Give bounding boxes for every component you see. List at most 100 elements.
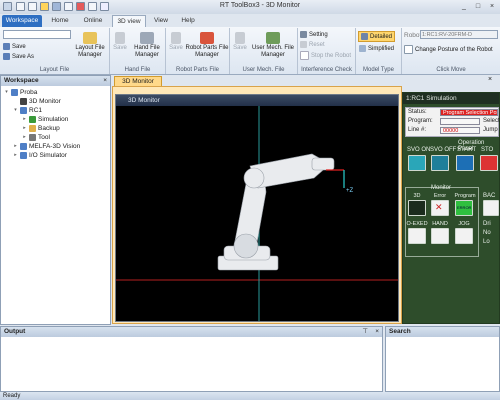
stop-button[interactable] — [480, 155, 498, 171]
layout-file-manager-button[interactable]: Layout File Manager — [72, 32, 108, 59]
robot-parts-icon — [200, 32, 214, 44]
tab-view[interactable]: View — [148, 15, 174, 27]
save-all-icon[interactable] — [28, 2, 37, 11]
svo-on-label: SVO ON — [407, 147, 431, 153]
group-label: Layout File — [39, 67, 70, 73]
robot-select[interactable]: 1:RC1:RV-20FRM-D — [420, 30, 498, 39]
save-icon[interactable] — [16, 2, 25, 11]
interference-reset-button[interactable]: Reset — [300, 41, 325, 48]
workspace-panel: Workspace × ▾ Proba 3D Monitor ▾ RC1 ▸ Simu… — [0, 75, 111, 325]
back-button[interactable] — [483, 200, 499, 216]
group-label: Robot Parts File — [175, 67, 220, 73]
pin-icon[interactable]: ⊤ — [362, 327, 368, 337]
3d-monitor-button[interactable] — [408, 200, 426, 216]
program-button[interactable]: ERROR — [455, 200, 473, 216]
status-value: Program Selection Possible — [440, 109, 498, 116]
tree-item-io-simulator[interactable]: ▸ I/O Simulator — [13, 151, 67, 160]
tab-help[interactable]: Help — [176, 15, 200, 27]
layout-save-as-button[interactable]: Save As — [3, 53, 34, 60]
open-folder-icon[interactable] — [40, 2, 49, 11]
close-icon[interactable]: × — [488, 76, 492, 83]
tab-workspace[interactable]: Workspace — [2, 15, 42, 27]
group-label: Click Move — [436, 67, 466, 73]
layout-combo[interactable] — [3, 30, 71, 39]
stop-label: STO — [481, 147, 494, 153]
setting-icon — [300, 31, 307, 38]
3d-monitor-window[interactable]: 3D Monitor +Z — [115, 94, 399, 322]
tree-item-rc1[interactable]: ▾ RC1 — [13, 106, 42, 115]
maximize-button[interactable]: □ — [472, 2, 484, 11]
change-posture-checkbox[interactable]: Change Posture of the Robot — [404, 45, 493, 54]
hand-save-button[interactable]: Save — [112, 32, 128, 52]
tab-home[interactable]: Home — [46, 15, 74, 27]
line-field[interactable]: 00000 — [440, 127, 480, 134]
cross-icon: ✕ — [435, 202, 443, 212]
save-icon — [115, 32, 125, 44]
workspace-header: Workspace × — [1, 76, 110, 86]
jump-button[interactable]: Jump — [483, 127, 498, 133]
detailed-icon — [361, 33, 368, 40]
drive-label: Dri — [483, 221, 491, 227]
tree-item-melfa-vision[interactable]: ▸ MELFA-3D Vision — [13, 142, 80, 151]
tab-online[interactable]: Online — [78, 15, 108, 27]
new-icon[interactable] — [64, 2, 73, 11]
group-label: Hand File — [124, 67, 151, 73]
save-icon — [235, 32, 245, 44]
monitor-icon — [20, 98, 27, 105]
robot-model[interactable] — [217, 153, 335, 271]
simulation-header: 1:RC1 Simulation — [403, 93, 499, 104]
checkbox-icon — [404, 45, 413, 54]
print-icon[interactable] — [88, 2, 97, 11]
jog-label: JOG — [458, 221, 470, 227]
group-hand-file: Save Hand File Manager Hand File — [110, 28, 166, 74]
program-field[interactable] — [440, 118, 480, 125]
robot-wrist — [311, 157, 335, 171]
error-button[interactable]: ✕ — [431, 200, 449, 216]
expand-icon: ▸ — [23, 134, 26, 140]
status-bar: Ready — [0, 392, 500, 400]
tree-item-3d-monitor[interactable]: 3D Monitor — [13, 97, 61, 106]
jog-button[interactable] — [455, 228, 473, 244]
undo-icon[interactable] — [52, 2, 61, 11]
mech-save-button[interactable]: Save — [232, 32, 248, 52]
start-button[interactable] — [456, 155, 474, 171]
tree-item-tool[interactable]: ▸ Tool — [22, 133, 50, 142]
hand-button[interactable] — [431, 228, 449, 244]
group-user-mech: Save User Mech. File Manager User Mech. … — [230, 28, 298, 74]
output-panel: Output ⊤ × — [0, 326, 383, 392]
parts-save-button[interactable]: Save — [168, 32, 184, 52]
collapse-icon: ▾ — [14, 107, 17, 113]
user-mech-manager-button[interactable]: User Mech. File Manager — [249, 32, 297, 59]
svo-on-button[interactable] — [408, 155, 426, 171]
layout-save-button[interactable]: Save — [3, 43, 26, 50]
doc-tab-3d-monitor[interactable]: 3D Monitor — [114, 76, 162, 86]
svo-off-button[interactable] — [431, 155, 449, 171]
tree-item-backup[interactable]: ▸ Backup — [22, 124, 60, 133]
hand-icon — [140, 32, 154, 44]
stop-icon[interactable] — [76, 2, 85, 11]
close-icon[interactable]: × — [103, 76, 107, 86]
program-button-text: ERROR — [457, 205, 472, 210]
detailed-button[interactable]: Detailed — [358, 31, 396, 42]
tree-item-proba[interactable]: ▾ Proba — [4, 88, 37, 97]
oexed-button[interactable] — [408, 228, 426, 244]
stop-robot-checkbox[interactable]: Stop the Robot — [300, 51, 351, 60]
interference-setting-button[interactable]: Setting — [300, 31, 328, 38]
robot-parts-manager-button[interactable]: Robot Parts File Manager — [185, 32, 229, 59]
close-icon[interactable]: × — [375, 327, 379, 337]
help-icon[interactable] — [100, 2, 109, 11]
tree-item-simulation[interactable]: ▸ Simulation — [22, 115, 68, 124]
hand-file-manager-button[interactable]: Hand File Manager — [129, 32, 165, 59]
tab-3d-view[interactable]: 3D view — [112, 15, 146, 27]
no-label: No — [483, 230, 491, 236]
group-click-move: Robot 1:RC1:RV-20FRM-D Change Posture of… — [402, 28, 500, 74]
minimize-button[interactable]: _ — [458, 2, 470, 11]
svo-off-label: SVO OFF — [430, 147, 457, 153]
3d-viewport[interactable]: +Z — [116, 106, 398, 321]
ribbon-tabs: Workspace Home Online 3D view View Help — [0, 14, 500, 27]
group-label: Interference Check — [301, 67, 352, 73]
simulation-panel: 1:RC1 Simulation Status: Program Selecti… — [402, 92, 500, 324]
close-button[interactable]: × — [486, 2, 498, 11]
select-button[interactable]: Select — [483, 118, 500, 124]
simplified-button[interactable]: Simplified — [359, 45, 394, 52]
